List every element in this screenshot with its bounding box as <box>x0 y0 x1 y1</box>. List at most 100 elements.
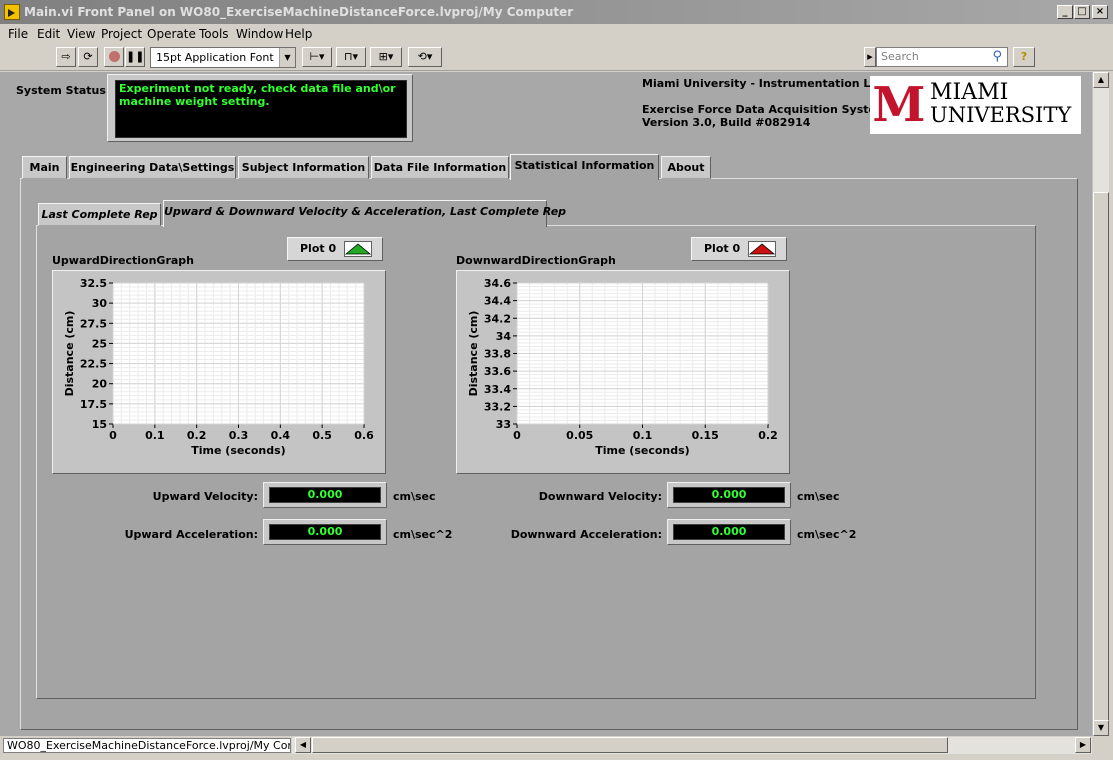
menu-help[interactable]: Help <box>285 27 312 41</box>
font-selector[interactable]: 15pt Application Font ▼ <box>150 47 296 68</box>
search-input[interactable]: Search ⚲ <box>876 47 1008 67</box>
down-y-tick-label: 34.2 <box>484 312 511 325</box>
down-x-tick-label: 0.05 <box>566 429 593 442</box>
subtab-velocity-acceleration[interactable]: Upward & Downward Velocity & Acceleratio… <box>163 200 566 227</box>
maximize-button[interactable]: □ <box>1074 5 1090 19</box>
abort-icon[interactable] <box>104 47 124 67</box>
up-x-tick-label: 0.1 <box>145 429 165 442</box>
tab-statistical-information[interactable]: Statistical Information <box>510 154 659 180</box>
miami-university-logo: M MIAMI UNIVERSITY <box>870 76 1081 134</box>
search-placeholder: Search <box>881 50 919 63</box>
up-y-tick-label: 30 <box>92 297 108 310</box>
system-status-display: Experiment not ready, check data file an… <box>115 80 407 138</box>
down-plot-legend[interactable]: Plot 0 <box>691 237 787 261</box>
tab-about[interactable]: About <box>661 156 711 179</box>
down-y-tick-label: 33.4 <box>484 383 511 396</box>
plot-line-style-icon <box>748 241 776 257</box>
up-velocity-indicator: 0.000 <box>263 482 387 508</box>
scroll-down-icon[interactable]: ▼ <box>1093 720 1109 736</box>
up-graph-title: UpwardDirectionGraph <box>52 254 194 267</box>
down-y-tick-label: 34.6 <box>484 277 511 290</box>
down-velocity-value: 0.000 <box>673 487 785 503</box>
up-velocity-value: 0.000 <box>269 487 381 503</box>
up-y-tick-label: 22.5 <box>80 358 107 371</box>
up-x-axis-label: Time (seconds) <box>191 444 285 457</box>
version-label: Version 3.0, Build #082914 <box>642 116 811 129</box>
align-objects-icon[interactable]: ⊢▾ <box>302 47 332 67</box>
down-x-tick-label: 0.1 <box>633 429 653 442</box>
up-x-tick-label: 0.4 <box>271 429 291 442</box>
resize-objects-icon[interactable]: ⊞▾ <box>370 47 402 67</box>
up-x-tick-label: 0 <box>109 429 117 442</box>
up-plot-legend[interactable]: Plot 0 <box>287 237 383 261</box>
pause-icon[interactable]: ❚❚ <box>125 47 145 67</box>
downward-direction-graph[interactable]: 0 0.05 0.1 0.15 0.2 33 33.2 33.4 33.6 33.8 34 34.2 3… <box>457 271 789 473</box>
up-x-tick-label: 0.2 <box>187 429 207 442</box>
up-y-tick-label: 20 <box>92 378 108 391</box>
down-acceleration-value: 0.000 <box>673 524 785 540</box>
labview-vi-icon <box>4 4 20 20</box>
horizontal-scroll-thumb[interactable] <box>312 737 948 753</box>
up-y-tick-label: 27.5 <box>80 317 107 330</box>
distribute-objects-icon[interactable]: ⊓▾ <box>336 47 366 67</box>
window-title: Main.vi Front Panel on WO80_ExerciseMach… <box>24 5 574 19</box>
tab-main[interactable]: Main <box>22 156 67 179</box>
system-status-label: System Status: <box>16 84 111 97</box>
horizontal-scrollbar[interactable]: ◀ ▶ <box>292 737 1092 754</box>
reorder-icon[interactable]: ⟲▾ <box>408 47 442 67</box>
up-y-axis-label: Distance (cm) <box>63 311 76 397</box>
subtab-last-complete-rep[interactable]: Last Complete Rep <box>38 203 161 226</box>
tab-data-file-information[interactable]: Data File Information <box>371 156 509 179</box>
down-x-tick-label: 0.15 <box>692 429 719 442</box>
up-velocity-unit: cm\sec <box>393 490 436 503</box>
vertical-scrollbar[interactable]: ▲ ▼ <box>1092 72 1109 736</box>
minimize-button[interactable]: _ <box>1057 5 1073 19</box>
up-y-tick-label: 15 <box>92 418 107 431</box>
run-continuously-icon[interactable]: ⟳ <box>78 47 98 67</box>
close-button[interactable]: × <box>1092 5 1108 19</box>
vertical-scroll-thumb[interactable] <box>1093 192 1109 722</box>
tab-subject-information[interactable]: Subject Information <box>238 156 369 179</box>
run-icon[interactable]: ⇨ <box>56 47 76 67</box>
scroll-left-icon[interactable]: ◀ <box>295 737 311 753</box>
menu-project[interactable]: Project <box>101 27 142 41</box>
menu-window[interactable]: Window <box>236 27 283 41</box>
up-x-tick-label: 0.6 <box>354 429 374 442</box>
menu-tools[interactable]: Tools <box>199 27 229 41</box>
title-bar: Main.vi Front Panel on WO80_ExerciseMach… <box>0 0 1113 24</box>
up-y-tick-label: 32.5 <box>80 277 107 290</box>
upward-direction-graph[interactable]: 0 0.1 0.2 0.3 0.4 0.5 0.6 15 17.5 20 22.5 25 27.5 30 3… <box>53 271 385 473</box>
search-expand-icon[interactable]: ▸ <box>864 47 876 67</box>
up-velocity-label: Upward Velocity: <box>152 490 258 503</box>
font-selector-value: 15pt Application Font <box>156 51 274 64</box>
up-y-tick-label: 25 <box>92 337 107 350</box>
size-grip <box>1092 737 1113 760</box>
scroll-up-icon[interactable]: ▲ <box>1093 72 1109 88</box>
down-y-tick-label: 33.8 <box>484 348 511 361</box>
menu-view[interactable]: View <box>67 27 95 41</box>
menu-file[interactable]: File <box>8 27 28 41</box>
context-help-icon[interactable]: ? <box>1013 47 1035 67</box>
tab-engineering-data[interactable]: Engineering Data\Settings <box>69 156 236 179</box>
menu-operate[interactable]: Operate <box>147 27 196 41</box>
up-plot-legend-label: Plot 0 <box>300 242 337 255</box>
logo-line2: UNIVERSITY <box>930 103 1072 127</box>
status-bar: WO80_ExerciseMachineDistanceForce.lvproj… <box>0 737 292 754</box>
up-y-tick-label: 17.5 <box>80 398 107 411</box>
up-acceleration-indicator: 0.000 <box>263 519 387 545</box>
scroll-right-icon[interactable]: ▶ <box>1075 737 1091 753</box>
logo-line1: MIAMI <box>930 80 1009 105</box>
up-acceleration-label: Upward Acceleration: <box>124 528 258 541</box>
down-plot-legend-label: Plot 0 <box>704 242 741 255</box>
menu-edit[interactable]: Edit <box>37 27 60 41</box>
chevron-down-icon: ▼ <box>279 48 295 67</box>
menu-bar: File Edit View Project Operate Tools Win… <box>0 24 1113 44</box>
down-y-tick-label: 33 <box>496 418 511 431</box>
lab-name: Miami University - Instrumentation Lab <box>642 77 886 90</box>
down-y-tick-label: 33.6 <box>484 365 511 378</box>
down-acceleration-label: Downward Acceleration: <box>510 528 662 541</box>
down-y-tick-label: 34 <box>496 330 512 343</box>
down-velocity-unit: cm\sec <box>797 490 840 503</box>
down-acceleration-unit: cm\sec^2 <box>797 528 857 541</box>
down-x-tick-label: 0.2 <box>758 429 778 442</box>
